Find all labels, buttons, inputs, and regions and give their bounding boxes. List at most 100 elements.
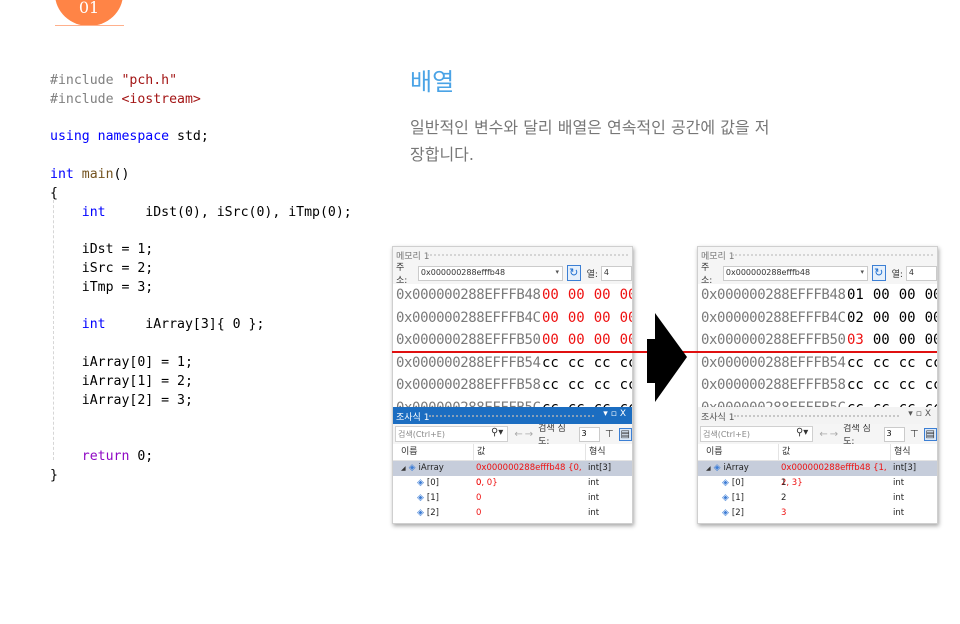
watch-row[interactable]: ◢ ◈ iArray 0x000000288efffb48 {0, 0, 0} in… [393, 461, 632, 488]
watch-row[interactable]: ◈ [0] 1 int [698, 476, 937, 491]
memory-byte[interactable]: 00 [594, 307, 611, 330]
watch-type: int [588, 508, 600, 518]
search-input[interactable]: 검색(Ctrl+E) ⚲▾ [700, 426, 814, 442]
memory-byte[interactable]: cc [568, 352, 585, 375]
code-token: #include [50, 73, 122, 88]
memory-byte[interactable]: 00 [873, 307, 890, 330]
memory-byte[interactable]: 00 [542, 329, 559, 352]
dropdown-icon[interactable]: ▾ [603, 409, 611, 419]
memory-byte[interactable]: 00 [873, 329, 890, 352]
header-name[interactable]: 이름 [698, 444, 778, 460]
header-type[interactable]: 형식 [890, 444, 937, 460]
memory-byte[interactable]: 00 [568, 284, 585, 307]
close-icon[interactable]: X [620, 409, 629, 419]
memory-byte[interactable]: 00 [899, 329, 916, 352]
watch-row[interactable]: ◢ ◈ iArray 0x000000288efffb48 {1, 2, 3} in… [698, 461, 937, 488]
search-depth-select[interactable]: 3 [883, 426, 905, 442]
memory-byte[interactable]: cc [899, 374, 916, 397]
refresh-icon[interactable]: ↻ [871, 265, 886, 281]
address-input[interactable]: 0x000000288efffb48 ▾ [722, 265, 868, 281]
watch-window-title: 조사식 1 ▾▫X [393, 407, 632, 424]
title-grip[interactable] [429, 415, 594, 417]
columns-input[interactable]: 4 [905, 265, 937, 281]
memory-byte[interactable]: 00 [542, 284, 559, 307]
search-input[interactable]: 검색(Ctrl+E) ⚲▾ [395, 426, 509, 442]
memory-byte[interactable]: cc [542, 374, 559, 397]
memory-byte[interactable]: 02 [847, 307, 864, 330]
dropdown-icon[interactable]: ▾ [908, 409, 916, 419]
hex-view-icon[interactable]: ▤ [923, 427, 937, 441]
address-input[interactable]: 0x000000288efffb48 ▾ [417, 265, 563, 281]
pin-icon[interactable]: ⊤ [605, 429, 614, 440]
search-icon[interactable]: ⚲▾ [491, 427, 503, 438]
memory-byte[interactable]: 00 [594, 329, 611, 352]
memory-address: 0x000000288EFFFB58 [701, 377, 846, 393]
memory-byte[interactable]: cc [847, 374, 864, 397]
memory-byte[interactable]: 00 [542, 307, 559, 330]
watch-row[interactable]: ◈ [1] 0 int [393, 491, 632, 506]
watch-row[interactable]: ◈ [1] 2 int [698, 491, 937, 506]
header-value[interactable]: 값 [778, 444, 890, 460]
header-value[interactable]: 값 [473, 444, 585, 460]
chevron-down-icon[interactable]: ▾ [555, 268, 559, 276]
memory-byte[interactable]: 00 [899, 307, 916, 330]
memory-byte[interactable]: 00 [568, 329, 585, 352]
right-arrow-icon [647, 313, 687, 402]
memory-byte[interactable]: 00 [620, 307, 632, 330]
expand-triangle-icon[interactable]: ◢ [706, 465, 711, 472]
back-arrow-icon[interactable]: ← [819, 429, 829, 440]
expand-triangle-icon[interactable]: ◢ [401, 465, 406, 472]
memory-byte[interactable]: cc [847, 352, 864, 375]
memory-byte[interactable]: cc [925, 374, 937, 397]
memory-byte[interactable]: 00 [925, 307, 937, 330]
maximize-icon[interactable]: ▫ [916, 409, 925, 419]
watch-row[interactable]: ◈ [2] 3 int [698, 506, 937, 521]
memory-byte[interactable]: cc [925, 352, 937, 375]
memory-byte[interactable]: 03 [847, 329, 864, 352]
maximize-icon[interactable]: ▫ [611, 409, 620, 419]
header-name[interactable]: 이름 [393, 444, 473, 460]
memory-byte[interactable]: 00 [925, 329, 937, 352]
memory-byte[interactable]: cc [542, 352, 559, 375]
memory-byte[interactable]: 00 [925, 284, 937, 307]
back-arrow-icon[interactable]: ← [514, 429, 524, 440]
memory-byte[interactable]: cc [873, 374, 890, 397]
memory-byte[interactable]: cc [594, 352, 611, 375]
close-icon[interactable]: X [925, 409, 934, 419]
memory-byte[interactable]: cc [594, 374, 611, 397]
search-icon[interactable]: ⚲▾ [796, 427, 808, 438]
forward-arrow-icon[interactable]: → [830, 429, 840, 440]
code-token: 0; [129, 448, 154, 464]
section-description: 일반적인 변수와 달리 배열은 연속적인 공간에 값을 저장합니다. [410, 118, 770, 164]
code-line: using namespace std; [50, 128, 352, 147]
code-line: iDst = 1; [50, 241, 352, 260]
memory-byte[interactable]: 00 [620, 329, 632, 352]
columns-input[interactable]: 4 [600, 265, 632, 281]
memory-byte[interactable]: 01 [847, 284, 864, 307]
watch-row[interactable]: ◈ [2] 0 int [393, 506, 632, 521]
memory-byte[interactable]: cc [620, 352, 632, 375]
header-type[interactable]: 형식 [585, 444, 632, 460]
title-grip[interactable] [734, 415, 899, 417]
search-depth-select[interactable]: 3 [578, 426, 600, 442]
memory-byte[interactable]: 00 [873, 284, 890, 307]
memory-byte[interactable]: 00 [620, 284, 632, 307]
memory-byte[interactable]: 00 [594, 284, 611, 307]
hex-view-icon[interactable]: ▤ [618, 427, 632, 441]
watch-row[interactable]: ◈ [0] 0 int [393, 476, 632, 491]
title-grip[interactable] [427, 254, 628, 256]
memory-byte[interactable]: cc [899, 352, 916, 375]
forward-arrow-icon[interactable]: → [525, 429, 535, 440]
chevron-down-icon[interactable]: ▾ [860, 268, 864, 276]
pin-icon[interactable]: ⊤ [910, 429, 919, 440]
memory-byte[interactable]: 00 [899, 284, 916, 307]
refresh-icon[interactable]: ↻ [566, 265, 581, 281]
memory-byte[interactable]: cc [873, 352, 890, 375]
memory-byte[interactable]: cc [568, 374, 585, 397]
memory-byte[interactable]: 00 [568, 307, 585, 330]
memory-byte[interactable]: cc [620, 374, 632, 397]
title-grip[interactable] [732, 254, 933, 256]
